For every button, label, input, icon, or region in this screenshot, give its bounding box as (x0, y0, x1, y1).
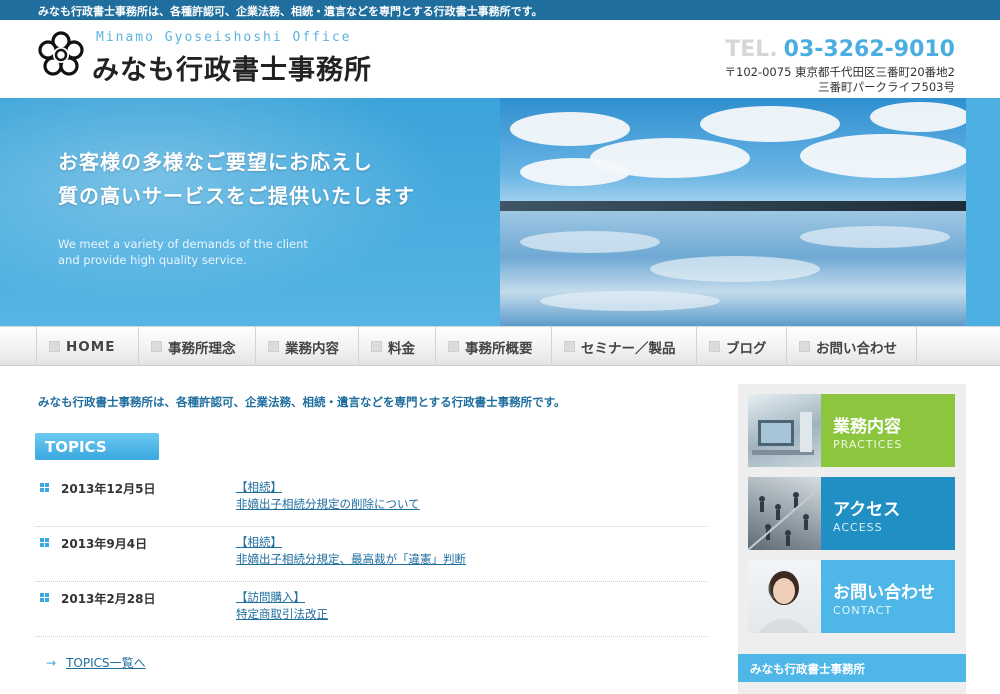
tel-number: 03-3262-9010 (783, 37, 955, 62)
nav-bullet-icon (268, 341, 279, 352)
sidebar-office-heading: みなも行政書士事務所 (738, 654, 966, 682)
crowd-street-photo (748, 477, 822, 550)
banner-access-subtitle: ACCESS (833, 521, 883, 534)
horizon-land (500, 201, 966, 211)
nav-bullet-icon (151, 341, 162, 352)
topic-row: 2013年2月28日 【訪問購入】 特定商取引法改正 (35, 582, 708, 637)
cloud (870, 102, 966, 132)
banner-access-title: アクセス (833, 500, 901, 520)
hero-catchphrase-line-1: お客様の多様なご要望にお応えし (58, 150, 373, 174)
nav-label: 事務所概要 (465, 340, 533, 357)
header-address: 〒102-0075 東京都千代田区三番町20番地2 三番町パークライフ503号 (725, 65, 955, 95)
nav-contact[interactable]: お問い合わせ (786, 327, 916, 366)
operator-woman-photo (748, 560, 821, 633)
nav-label: 業務内容 (285, 340, 339, 357)
banner-practices[interactable]: 業務内容 PRACTICES (748, 394, 955, 467)
topic-title-link[interactable]: 非嫡出子相続分規定の削除について (236, 496, 420, 512)
arrow-right-icon: → (46, 656, 57, 670)
topic-date: 2013年9月4日 (61, 537, 148, 551)
sky (500, 98, 966, 206)
nav-seminar-products[interactable]: セミナー／製品 (551, 327, 696, 366)
topics-list-link[interactable]: → TOPICS一覧へ (46, 654, 146, 671)
nav-home[interactable]: HOME (36, 327, 138, 366)
nav-fees[interactable]: 料金 (358, 327, 435, 366)
banner-access[interactable]: アクセス ACCESS (748, 477, 955, 550)
topics-heading: TOPICS (35, 433, 159, 460)
tel-label: TEL. (725, 37, 778, 62)
topic-row: 2013年9月4日 【相続】 非嫡出子相続分規定、最高裁が「違憲」判断 (35, 527, 708, 582)
grid-bullet-icon (40, 483, 50, 493)
cloud-reflection (650, 256, 820, 282)
nav-bullet-icon (564, 341, 575, 352)
topic-row: 2013年12月5日 【相続】 非嫡出子相続分規定の削除について (35, 472, 708, 527)
cloud (510, 112, 630, 146)
hero-right-edge (966, 98, 1000, 326)
office-computer-photo (748, 394, 821, 467)
address-line-2: 三番町パークライフ503号 (818, 80, 955, 94)
hero-text-panel: お客様の多様なご要望にお応えし 質の高いサービスをご提供いたします We mee… (0, 98, 500, 326)
cloud (800, 134, 966, 178)
nav-divider (916, 327, 917, 366)
banner-contact[interactable]: お問い合わせ CONTACT (748, 560, 955, 633)
cloud-reflection (520, 231, 660, 253)
nav-philosophy[interactable]: 事務所理念 (138, 327, 255, 366)
cloud (700, 106, 840, 142)
nav-blog[interactable]: ブログ (696, 327, 786, 366)
grid-bullet-icon (40, 593, 50, 603)
hero-catchphrase-line-2: 質の高いサービスをご提供いたします (58, 184, 415, 208)
nav-bullet-icon (49, 341, 60, 352)
header-phone: TEL. 03-3262-9010 (725, 37, 955, 62)
sidebar-office-heading-label: みなも行政書士事務所 (750, 662, 865, 676)
topic-title-link[interactable]: 非嫡出子相続分規定、最高裁が「違憲」判断 (236, 551, 466, 567)
grid-bullet-icon (40, 538, 50, 548)
hero-english-line-1: We meet a variety of demands of the clie… (58, 237, 308, 251)
address-line-1: 〒102-0075 東京都千代田区三番町20番地2 (724, 65, 955, 79)
intro-text: みなも行政書士事務所は、各種許認可、企業法務、相続・遺言などを専門とする行政書士… (38, 395, 566, 409)
topic-date: 2013年2月28日 (61, 592, 156, 606)
top-tagline-text: みなも行政書士事務所は、各種許認可、企業法務、相続・遺言などを専門とする行政書士… (38, 5, 543, 18)
logo-english-name: Minamo Gyoseishoshi Office (96, 30, 352, 45)
banner-contact-subtitle: CONTACT (833, 604, 893, 617)
banner-contact-title: お問い合わせ (833, 583, 935, 603)
cloud-reflection (540, 291, 720, 311)
nav-bullet-icon (448, 341, 459, 352)
sidebar: 業務内容 PRACTICES アクセス ACCESS お問い合わせ CONTAC… (738, 384, 966, 694)
topics-list-link-label: TOPICS一覧へ (66, 656, 146, 670)
global-navigation: HOME 事務所理念 業務内容 料金 事務所概要 セミナー／製品 ブログ お問い… (0, 326, 1000, 366)
banner-practices-title: 業務内容 (833, 417, 901, 437)
logo-flower-icon[interactable] (36, 30, 86, 80)
site-header: Minamo Gyoseishoshi Office みなも行政書士事務所 TE… (0, 20, 1000, 98)
nav-label: セミナー／製品 (581, 340, 676, 357)
nav-bullet-icon (709, 341, 720, 352)
lake-water (500, 211, 966, 326)
cloud (520, 158, 630, 186)
hero-banner: お客様の多様なご要望にお応えし 質の高いサービスをご提供いたします We mee… (0, 98, 1000, 326)
topic-category-link[interactable]: 【相続】 (236, 534, 282, 550)
nav-label: 料金 (388, 340, 415, 357)
nav-bullet-icon (799, 341, 810, 352)
hero-lake-sky-photo (500, 98, 966, 326)
nav-label: 事務所理念 (168, 340, 236, 357)
topic-category-link[interactable]: 【相続】 (236, 479, 282, 495)
nav-label: HOME (66, 338, 116, 355)
nav-office-overview[interactable]: 事務所概要 (435, 327, 551, 366)
nav-bullet-icon (371, 341, 382, 352)
topic-title-link[interactable]: 特定商取引法改正 (236, 606, 328, 622)
nav-label: ブログ (726, 340, 767, 357)
topics-heading-label: TOPICS (45, 438, 107, 456)
hero-english-line-2: and provide high quality service. (58, 253, 247, 267)
nav-label: お問い合わせ (816, 340, 897, 357)
topic-date: 2013年12月5日 (61, 482, 156, 496)
banner-practices-subtitle: PRACTICES (833, 438, 903, 451)
cloud-reflection (800, 226, 950, 248)
top-tagline-bar: みなも行政書士事務所は、各種許認可、企業法務、相続・遺言などを専門とする行政書士… (0, 0, 1000, 20)
topic-category-link[interactable]: 【訪問購入】 (236, 589, 305, 605)
logo-japanese-name[interactable]: みなも行政書士事務所 (92, 48, 372, 87)
nav-services[interactable]: 業務内容 (255, 327, 358, 366)
